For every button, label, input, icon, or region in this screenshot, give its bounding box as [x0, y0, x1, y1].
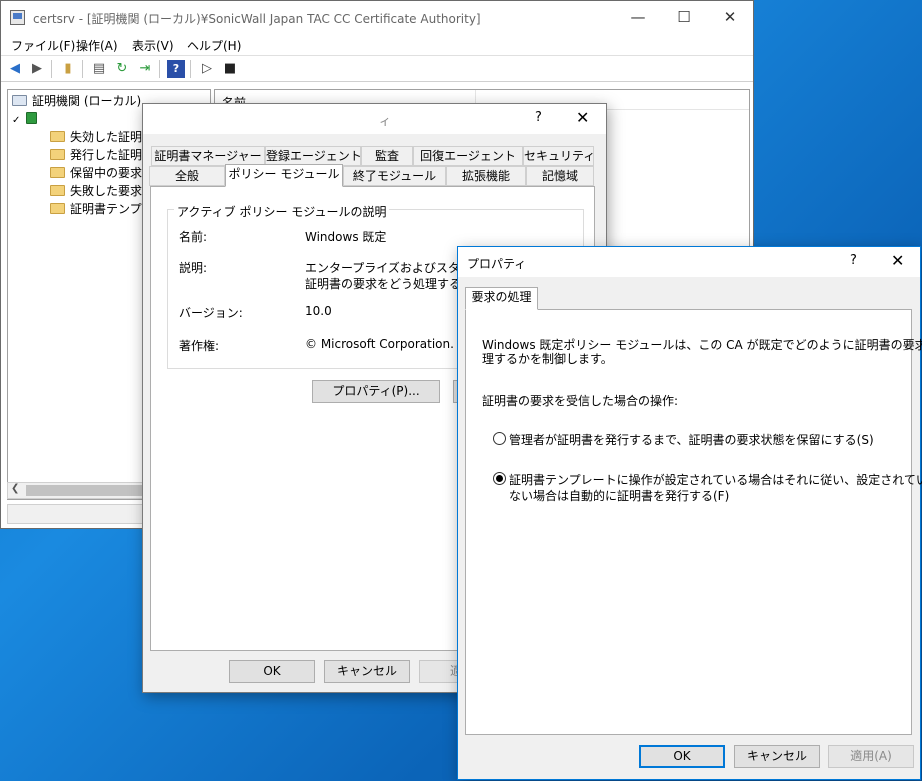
prop-dialog-title: プロパティ — [467, 257, 527, 271]
ca-dialog-titlebar: ィ ? ✕ — [143, 104, 606, 134]
ca-dialog-help-button[interactable]: ? — [535, 110, 542, 125]
radio-auto-issue-option[interactable] — [493, 472, 506, 485]
back-icon[interactable]: ◀ — [6, 60, 24, 78]
auto-issue-option-label-line2[interactable]: ない場合は自動的に証明書を発行する(F) — [509, 487, 729, 504]
tab-general[interactable]: 全般 — [149, 166, 225, 186]
help-icon[interactable]: ? — [167, 60, 185, 78]
close-button[interactable]: ✕ — [707, 1, 753, 34]
folder-icon — [50, 185, 65, 196]
auto-issue-option-label-line1[interactable]: 証明書テンプレートに操作が設定されている場合はそれに従い、設定されてい — [509, 471, 922, 488]
scroll-left-icon[interactable]: ❮ — [11, 483, 19, 494]
copyright-value: © Microsoft Corporation. All — [305, 337, 473, 351]
ca-cancel-button[interactable]: キャンセル — [324, 660, 410, 683]
name-label: 名前: — [179, 230, 208, 244]
start-service-icon[interactable]: ▷ — [198, 60, 216, 78]
menu-file[interactable]: ファイル(F) — [11, 37, 75, 54]
tab-security[interactable]: セキュリティ — [523, 146, 595, 166]
export-list-icon[interactable]: ⇥ — [136, 60, 154, 78]
policy-properties-button[interactable]: プロパティ(P)... — [312, 380, 440, 403]
copyright-label: 著作権: — [179, 339, 220, 353]
mmc-window-title: certsrv - [証明機関 (ローカル)¥SonicWall Japan T… — [33, 12, 481, 26]
up-folder-icon[interactable]: ▮ — [59, 60, 77, 78]
tree-item-issued[interactable]: 発行した証明書 — [50, 146, 154, 164]
prop-ok-button[interactable]: OK — [639, 745, 725, 768]
ca-dialog-close-button[interactable]: ✕ — [576, 108, 589, 127]
menu-action[interactable]: 操作(A) — [76, 37, 118, 54]
tree-item-label: 保留中の要求 — [70, 166, 143, 180]
menu-view[interactable]: 表示(V) — [132, 37, 174, 54]
prop-apply-button[interactable]: 適用(A) — [828, 745, 914, 768]
prop-cancel-button[interactable]: キャンセル — [734, 745, 820, 768]
name-value: Windows 既定 — [305, 230, 387, 244]
action-label: 証明書の要求を受信した場合の操作: — [482, 394, 679, 408]
ca-ok-button[interactable]: OK — [229, 660, 315, 683]
tree-item-pending[interactable]: 保留中の要求 — [50, 164, 142, 182]
tree-item-failed[interactable]: 失敗した要求 — [50, 182, 142, 200]
toolbar: ◀ ▶ ▮ ▤ ↻ ⇥ ? ▷ ■ — [1, 56, 753, 82]
pending-option-label[interactable]: 管理者が証明書を発行するまで、証明書の要求状態を保留にする(S) — [509, 431, 874, 448]
request-handling-dialog: プロパティ ? ✕ 要求の処理 Windows 既定ポリシー モジュールは、この… — [457, 246, 922, 780]
tab-cert-managers[interactable]: 証明書マネージャー — [151, 146, 265, 166]
folder-icon — [50, 203, 65, 214]
tree-root-label: 証明機関 (ローカル) — [32, 94, 142, 108]
menubar: ファイル(F) 操作(A) 表示(V) ヘルプ(H) — [1, 34, 753, 56]
menu-help[interactable]: ヘルプ(H) — [187, 37, 241, 54]
radio-pending-option[interactable] — [493, 432, 506, 445]
tree-item-revoked[interactable]: 失効した証明書 — [50, 128, 154, 146]
folder-icon — [50, 149, 65, 160]
forward-icon[interactable]: ▶ — [28, 60, 46, 78]
expand-chevron-icon[interactable]: ✓ — [12, 115, 20, 126]
prop-dialog-close-button[interactable]: ✕ — [891, 251, 904, 270]
stop-service-icon[interactable]: ■ — [221, 60, 239, 78]
tab-request-handling[interactable]: 要求の処理 — [465, 287, 538, 310]
show-hide-tree-icon[interactable]: ▤ — [90, 60, 108, 78]
minimize-button[interactable]: — — [615, 1, 661, 34]
tree-root[interactable]: 証明機関 (ローカル) — [12, 92, 141, 110]
version-label: バージョン: — [179, 306, 243, 320]
ca-cert-icon — [26, 112, 38, 124]
refresh-icon[interactable]: ↻ — [113, 60, 131, 78]
tab-storage[interactable]: 記憶域 — [526, 166, 594, 186]
policy-group-title: アクティブ ポリシー モジュールの説明 — [174, 203, 390, 220]
certsrv-app-icon — [10, 10, 25, 25]
version-value: 10.0 — [305, 304, 332, 318]
folder-icon — [50, 167, 65, 178]
tab-recovery-agents[interactable]: 回復エージェント — [413, 146, 523, 166]
maximize-button[interactable]: ☐ — [661, 1, 707, 34]
tab-enrollment-agents[interactable]: 登録エージェント — [265, 146, 362, 166]
tab-auditing[interactable]: 監査 — [361, 146, 413, 166]
description-label: 説明: — [179, 261, 208, 275]
tab-extensions[interactable]: 拡張機能 — [446, 166, 526, 186]
prop-dialog-titlebar: プロパティ ? ✕ — [458, 247, 920, 277]
folder-icon — [50, 131, 65, 142]
ca-dialog-title: ィ — [379, 114, 392, 128]
module-description-line2: 理するかを制御します。 — [482, 352, 613, 366]
tree-item-label: 失敗した要求 — [70, 184, 143, 198]
request-handling-panel: Windows 既定ポリシー モジュールは、この CA が既定でどのように証明書… — [465, 309, 922, 735]
ca-local-icon — [12, 95, 27, 106]
prop-dialog-help-button[interactable]: ? — [850, 253, 857, 268]
mmc-titlebar: certsrv - [証明機関 (ローカル)¥SonicWall Japan T… — [1, 1, 753, 34]
tab-policy-module[interactable]: ポリシー モジュール — [225, 164, 343, 187]
tab-exit-module[interactable]: 終了モジュール — [343, 166, 446, 186]
